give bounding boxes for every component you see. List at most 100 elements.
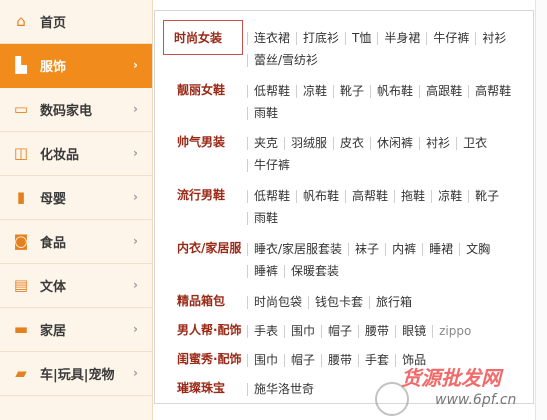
sidebar-item-clothing[interactable]: ▙ 服饰 ›: [0, 44, 152, 88]
submenu-link[interactable]: 腰带: [321, 354, 358, 367]
submenu-links: 手表 围巾 帽子 腰带 眼镜 zippo: [247, 320, 529, 342]
sidebar-item-label: 服饰: [40, 60, 67, 75]
submenu-link[interactable]: 低帮鞋: [247, 85, 296, 98]
chevron-right-icon: ›: [133, 146, 138, 160]
submenu-link[interactable]: 蕾丝/雪纺衫: [247, 54, 324, 67]
sidebar-item-food[interactable]: ◙ 食品 ›: [0, 220, 152, 264]
submenu-link[interactable]: 帆布鞋: [370, 85, 419, 98]
watermark-title: 货源批发网: [401, 366, 501, 390]
submenu-link[interactable]: 拖鞋: [394, 190, 431, 203]
submenu-link[interactable]: 围巾: [247, 354, 284, 367]
sidebar-item-label: 车|玩具|宠物: [40, 368, 115, 383]
sidebar-item-label: 母婴: [40, 192, 67, 207]
submenu-link[interactable]: 打底衫: [296, 32, 345, 45]
submenu-link[interactable]: 帆布鞋: [296, 190, 345, 203]
submenu-links: 连衣裙 打底衫 T恤 半身裙 牛仔裤 衬衫蕾丝/雪纺衫: [247, 27, 529, 71]
sidebar-item-label: 数码家电: [40, 104, 93, 119]
watermark-url: www.6pf.cn: [435, 392, 517, 408]
submenu-link[interactable]: 高帮鞋: [345, 190, 394, 203]
submenu-link[interactable]: 凉鞋: [296, 85, 333, 98]
sidebar-item-car-toys-pets[interactable]: ▰ 车|玩具|宠物 ›: [0, 352, 152, 396]
sidebar-item-label: 食品: [40, 236, 67, 251]
monitor-icon: ▭: [13, 100, 29, 118]
submenu-panel: 时尚女装 连衣裙 打底衫 T恤 半身裙 牛仔裤 衬衫蕾丝/雪纺衫 靓丽女鞋 低帮鞋 凉鞋 靴子…: [154, 10, 534, 404]
cosmetics-icon: ◫: [13, 144, 29, 162]
chevron-right-icon: ›: [133, 58, 138, 72]
sidebar-item-label: 家居: [40, 324, 67, 339]
submenu-link[interactable]: 牛仔裤: [426, 32, 475, 45]
submenu-link[interactable]: 围巾: [284, 325, 321, 338]
submenu-link[interactable]: 手表: [247, 325, 284, 338]
submenu-category[interactable]: 闺蜜秀·配饰: [177, 350, 242, 367]
submenu-category[interactable]: 靓丽女鞋: [177, 81, 225, 98]
submenu-link[interactable]: 卫衣: [456, 137, 493, 150]
submenu-link[interactable]: 靴子: [468, 190, 505, 203]
submenu-link[interactable]: 高跟鞋: [419, 85, 468, 98]
submenu-link[interactable]: 旅行箱: [369, 296, 418, 309]
submenu-category[interactable]: 璀璨珠宝: [177, 379, 225, 396]
submenu-link[interactable]: 腰带: [358, 325, 395, 338]
submenu-link[interactable]: 凉鞋: [431, 190, 468, 203]
submenu-link[interactable]: 高帮鞋: [468, 85, 517, 98]
submenu-link[interactable]: 休闲裤: [370, 137, 419, 150]
sidebar-item-label: 文体: [40, 280, 67, 295]
submenu-link[interactable]: 靴子: [333, 85, 370, 98]
submenu-links: 夹克 羽绒服 皮衣 休闲裤 衬衫 卫衣牛仔裤: [247, 132, 529, 176]
submenu-links: 睡衣/家居服套装 袜子 内裤 睡裙 文胸睡裤 保暖套装: [247, 238, 529, 282]
sidebar-item-stationery[interactable]: ▤ 文体 ›: [0, 264, 152, 308]
submenu-link[interactable]: 半身裙: [377, 32, 426, 45]
submenu-link[interactable]: 袜子: [348, 243, 385, 256]
submenu-link[interactable]: zippo: [432, 325, 477, 338]
submenu-link[interactable]: 帽子: [284, 354, 321, 367]
submenu-category[interactable]: 帅气男装: [177, 133, 225, 150]
submenu-link[interactable]: 羽绒服: [284, 137, 333, 150]
submenu-link[interactable]: 施华洛世奇: [247, 383, 320, 396]
submenu-link[interactable]: 牛仔裤: [247, 159, 296, 172]
sidebar-item-label: 化妆品: [40, 148, 80, 163]
submenu-link[interactable]: 雨鞋: [247, 107, 284, 120]
submenu-link[interactable]: 时尚包袋: [247, 296, 308, 309]
submenu-link[interactable]: 衬衫: [419, 137, 456, 150]
submenu-link[interactable]: 内裤: [385, 243, 422, 256]
submenu-link[interactable]: 雨鞋: [247, 212, 284, 225]
submenu-row: 靓丽女鞋 低帮鞋 凉鞋 靴子 帆布鞋 高跟鞋 高帮鞋雨鞋: [155, 81, 535, 125]
chevron-right-icon: ›: [133, 278, 138, 292]
submenu-link[interactable]: 连衣裙: [247, 32, 296, 45]
submenu-link[interactable]: 帽子: [321, 325, 358, 338]
submenu-category[interactable]: 内衣/家居服: [177, 239, 241, 256]
watermark: 货源批发网 www.6pf.cn: [371, 362, 541, 418]
submenu-row: 内衣/家居服 睡衣/家居服套装 袜子 内裤 睡裙 文胸睡裤 保暖套装: [155, 239, 535, 283]
sidebar-item-cosmetics[interactable]: ◫ 化妆品 ›: [0, 132, 152, 176]
sidebar-item-home-furnishing[interactable]: ▬ 家居 ›: [0, 308, 152, 352]
sidebar-item-baby[interactable]: ▮ 母婴 ›: [0, 176, 152, 220]
bottle-icon: ▮: [16, 188, 26, 206]
submenu-category[interactable]: 流行男鞋: [177, 186, 225, 203]
sidebar-item-label: 首页: [40, 16, 67, 31]
bed-icon: ▬: [13, 320, 29, 338]
submenu-link[interactable]: 衬衫: [475, 32, 512, 45]
sidebar-item-electronics[interactable]: ▭ 数码家电 ›: [0, 88, 152, 132]
submenu-link[interactable]: 钱包卡套: [308, 296, 369, 309]
submenu-row: 流行男鞋 低帮鞋 帆布鞋 高帮鞋 拖鞋 凉鞋 靴子雨鞋: [155, 186, 535, 230]
chevron-right-icon: ›: [133, 366, 138, 380]
sidebar-item-home[interactable]: ⌂ 首页: [0, 0, 152, 44]
chevron-right-icon: ›: [133, 102, 138, 116]
submenu-category[interactable]: 时尚女装: [163, 20, 243, 55]
submenu-link[interactable]: 眼镜: [395, 325, 432, 338]
submenu-link[interactable]: 保暖套装: [284, 265, 345, 278]
submenu-category[interactable]: 男人帮·配饰: [177, 321, 242, 338]
submenu-link[interactable]: 睡裤: [247, 265, 284, 278]
submenu-link[interactable]: 睡裙: [422, 243, 459, 256]
submenu-link[interactable]: 夹克: [247, 137, 284, 150]
chevron-right-icon: ›: [133, 234, 138, 248]
submenu-link[interactable]: T恤: [345, 32, 377, 45]
submenu-link[interactable]: 皮衣: [333, 137, 370, 150]
home-icon: ⌂: [16, 12, 26, 30]
submenu-link[interactable]: 低帮鞋: [247, 190, 296, 203]
submenu-links: 低帮鞋 凉鞋 靴子 帆布鞋 高跟鞋 高帮鞋雨鞋: [247, 80, 529, 124]
chevron-right-icon: ›: [133, 322, 138, 336]
submenu-link[interactable]: 睡衣/家居服套装: [247, 243, 348, 256]
chevron-right-icon: ›: [133, 190, 138, 204]
submenu-link[interactable]: 文胸: [459, 243, 496, 256]
submenu-category[interactable]: 精品箱包: [177, 292, 225, 309]
